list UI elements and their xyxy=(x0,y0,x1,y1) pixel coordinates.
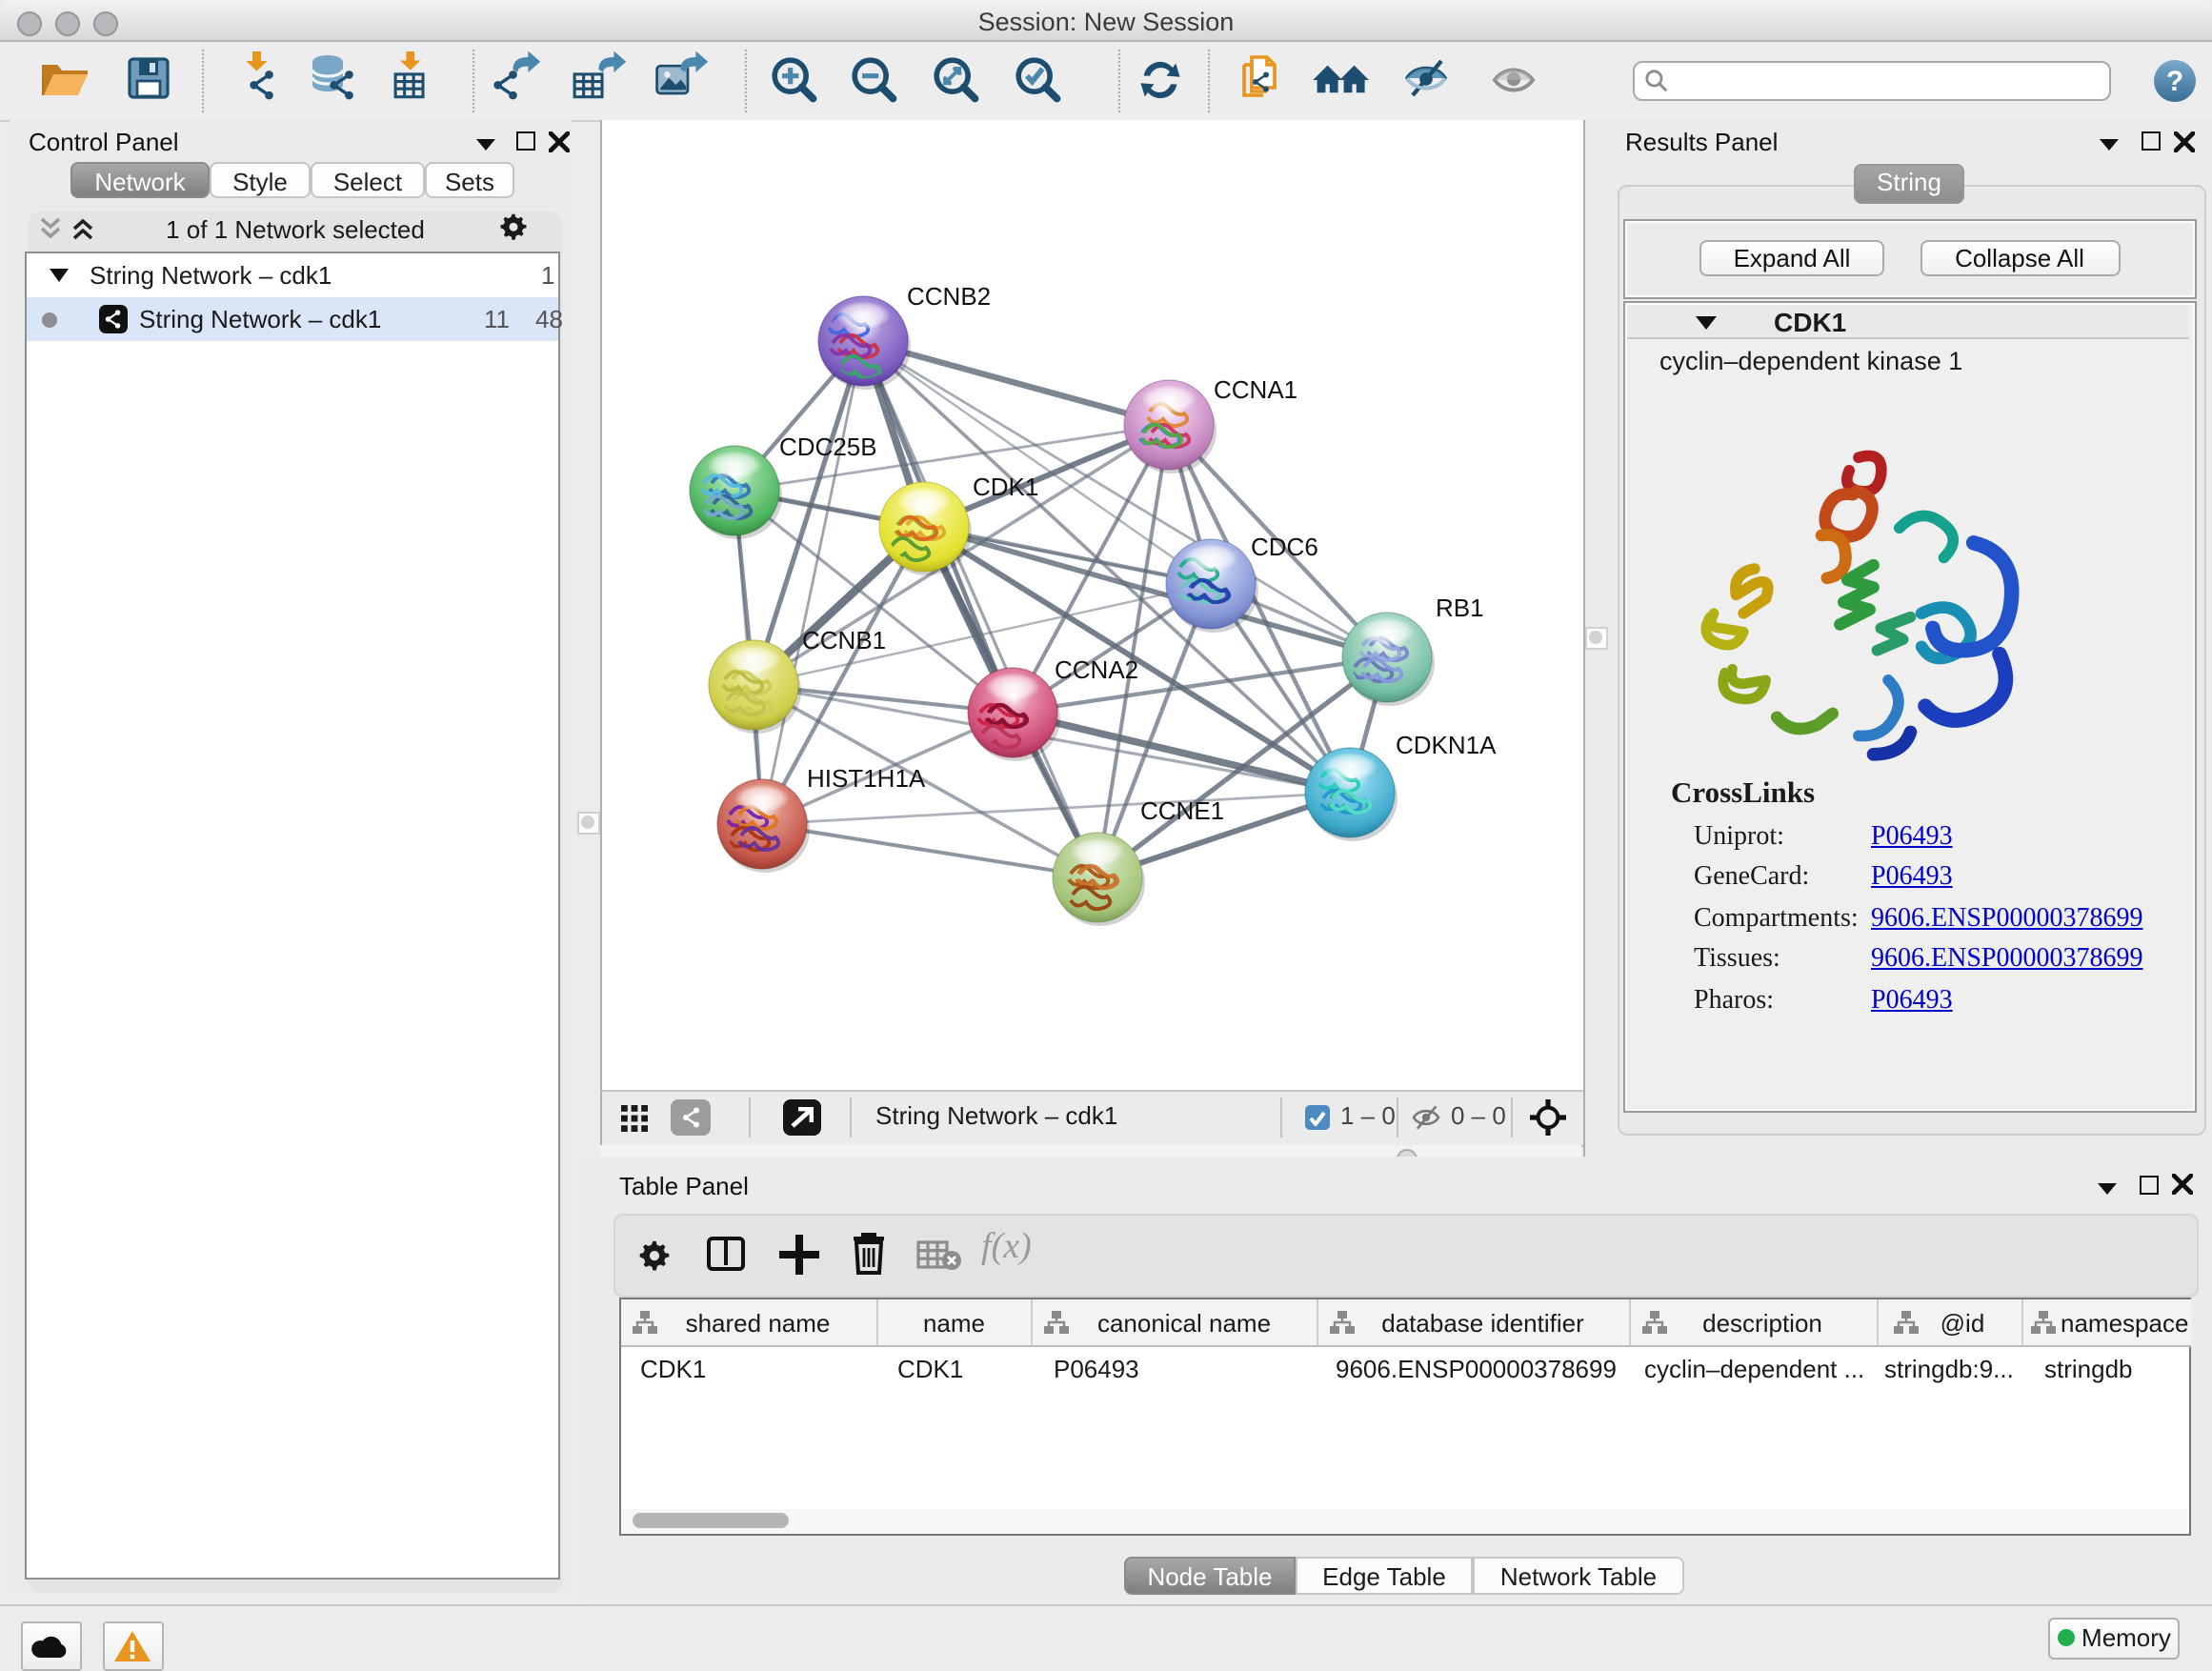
svg-text:CCNE1: CCNE1 xyxy=(1139,796,1223,825)
svg-text:?: ? xyxy=(2166,66,2183,97)
svg-text:CCNA1: CCNA1 xyxy=(1213,375,1297,404)
svg-text:CDC6: CDC6 xyxy=(1250,533,1317,561)
svg-text:RB1: RB1 xyxy=(1435,594,1483,622)
svg-text:CDK1: CDK1 xyxy=(972,473,1037,501)
svg-text:CCNA2: CCNA2 xyxy=(1054,655,1137,684)
svg-text:CCNB2: CCNB2 xyxy=(906,282,990,311)
svg-text:CDKN1A: CDKN1A xyxy=(1395,731,1496,759)
svg-text:CCNB1: CCNB1 xyxy=(801,626,885,654)
svg-text:CDC25B: CDC25B xyxy=(778,433,876,461)
svg-text:HIST1H1A: HIST1H1A xyxy=(806,764,925,793)
